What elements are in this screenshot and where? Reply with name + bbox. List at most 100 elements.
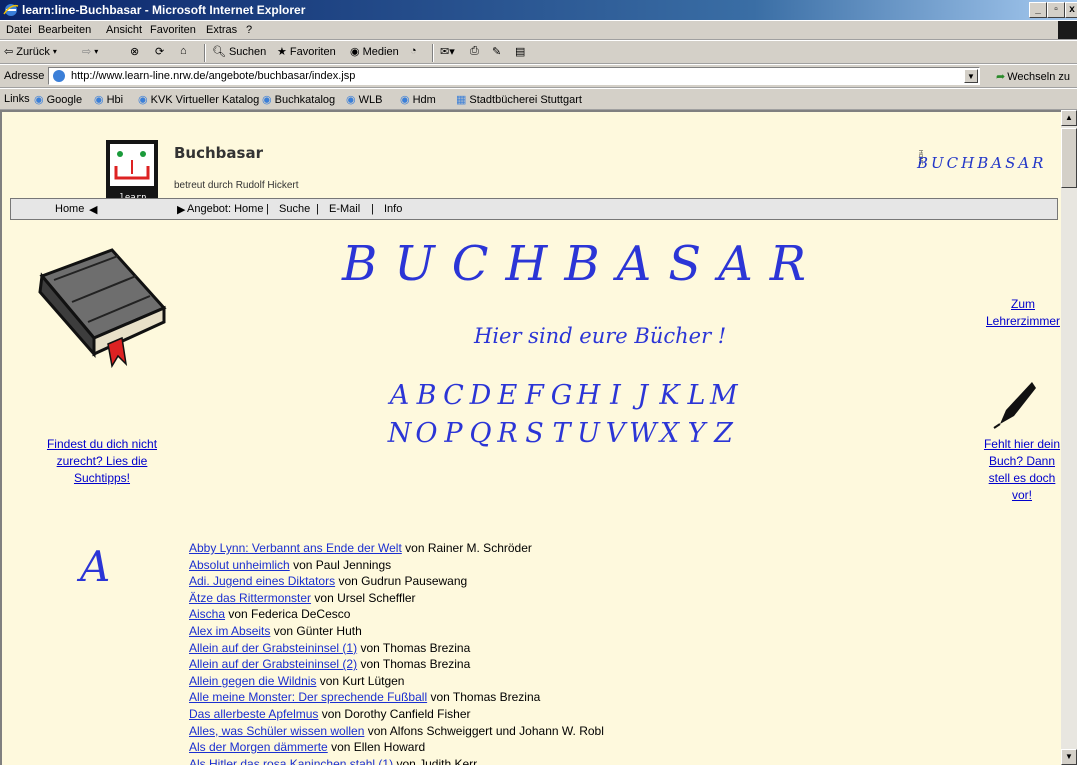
- menu-bearbeiten[interactable]: Bearbeiten: [38, 24, 91, 36]
- scroll-thumb[interactable]: [1061, 128, 1077, 188]
- book-title-link[interactable]: Als Hitler das rosa Kaninchen stahl (1): [189, 757, 393, 765]
- back-button[interactable]: ⇦ Zurück ▾: [4, 45, 57, 59]
- link-wlb[interactable]: ◉ WLB: [346, 93, 382, 107]
- forward-button[interactable]: ⇨ ▾: [82, 45, 98, 58]
- book-title-link[interactable]: Als der Morgen dämmerte: [189, 740, 328, 754]
- letter-n-link[interactable]: N: [386, 418, 413, 449]
- book-title-link[interactable]: Abby Lynn: Verbannt ans Ende der Welt: [189, 541, 402, 555]
- letter-l-link[interactable]: L: [683, 380, 710, 411]
- letter-z-link[interactable]: Z: [710, 418, 737, 449]
- letter-u-link[interactable]: U: [575, 418, 602, 449]
- nav-separator: |: [316, 203, 319, 215]
- buchbasar-side-logo[interactable]: BUCHBASAR: [917, 154, 1046, 172]
- print-button[interactable]: ⎙: [470, 45, 479, 58]
- scroll-up-button[interactable]: ▲: [1061, 110, 1077, 126]
- stop-icon: ⊗: [130, 46, 140, 58]
- window-title-bar: learn:line-Buchbasar - Microsoft Interne…: [0, 0, 1077, 20]
- nav-email[interactable]: E-Mail: [329, 203, 360, 215]
- letter-g-link[interactable]: G: [548, 380, 575, 411]
- dropdown-arrow-icon: ▾: [52, 47, 57, 56]
- home-button[interactable]: ⌂: [180, 45, 187, 57]
- search-button[interactable]: 🔍︎ Suchen: [212, 45, 266, 59]
- edit-icon: ✎: [492, 46, 502, 58]
- minimize-button[interactable]: _: [1029, 2, 1047, 18]
- letter-k-link[interactable]: K: [656, 380, 683, 411]
- refresh-button[interactable]: ⟳: [155, 45, 164, 58]
- suggest-book-link[interactable]: Fehlt hier dein Buch? Dann stell es doch…: [980, 436, 1061, 504]
- mail-button[interactable]: ✉▾: [440, 45, 455, 58]
- link-buchkatalog[interactable]: ◉ Buchkatalog: [262, 93, 335, 107]
- link-google[interactable]: ◉ Google: [34, 93, 82, 107]
- list-item: Ätze das Rittermonster von Ursel Scheffl…: [189, 590, 604, 607]
- media-button[interactable]: ◉ Medien: [350, 45, 399, 59]
- buchbasar-heading: BUCHBASAR: [342, 236, 823, 292]
- letter-o-link[interactable]: O: [413, 418, 440, 449]
- letter-b-link[interactable]: B: [413, 380, 440, 411]
- book-title-link[interactable]: Allein auf der Grabsteininsel (2): [189, 657, 357, 671]
- stop-button[interactable]: ⊗: [130, 45, 139, 58]
- favorites-button[interactable]: ★ Favoriten: [277, 45, 336, 59]
- book-title-link[interactable]: Alex im Abseits: [189, 624, 270, 638]
- book-title-link[interactable]: Adi. Jugend eines Diktators: [189, 574, 335, 588]
- discuss-button[interactable]: ▤: [515, 45, 525, 58]
- ie-page-icon: ◉: [262, 94, 272, 106]
- link-hbi[interactable]: ◉ Hbi: [94, 93, 123, 107]
- letter-a-link[interactable]: A: [386, 380, 413, 411]
- nav-suche[interactable]: Suche: [279, 203, 310, 215]
- search-tips-link[interactable]: Findest du dich nicht zurecht? Lies die …: [32, 436, 172, 487]
- letter-q-link[interactable]: Q: [467, 418, 494, 449]
- letter-v-link[interactable]: V: [602, 418, 629, 449]
- link-stadtbuecherei[interactable]: ▦ Stadtbücherei Stuttgart: [456, 93, 582, 107]
- menu-ansicht[interactable]: Ansicht: [106, 24, 142, 36]
- letter-r-link[interactable]: R: [494, 418, 521, 449]
- go-button[interactable]: ➦ Wechseln zu: [996, 70, 1070, 84]
- scroll-down-button[interactable]: ▼: [1061, 749, 1077, 765]
- book-title-link[interactable]: Allein gegen die Wildnis: [189, 674, 316, 688]
- book-title-link[interactable]: Ätze das Rittermonster: [189, 591, 311, 605]
- site-subtitle: betreut durch Rudolf Hickert: [174, 180, 299, 191]
- letter-h-link[interactable]: H: [575, 380, 602, 411]
- book-author: von Paul Jennings: [293, 557, 392, 572]
- letter-w-link[interactable]: W: [629, 418, 657, 449]
- letter-e-link[interactable]: E: [494, 380, 521, 411]
- edit-button[interactable]: ✎: [492, 45, 501, 58]
- internet-explorer-icon: [3, 4, 19, 16]
- letter-i-link[interactable]: I: [602, 380, 629, 411]
- address-dropdown-button[interactable]: ▼: [964, 69, 978, 83]
- vertical-scrollbar[interactable]: ▲ ▼: [1061, 110, 1077, 765]
- link-kvk[interactable]: ◉ KVK Virtueller Katalog: [138, 93, 259, 107]
- address-input[interactable]: http://www.learn-line.nrw.de/angebote/bu…: [48, 67, 980, 85]
- letter-p-link[interactable]: P: [440, 418, 467, 449]
- letter-c-link[interactable]: C: [440, 380, 467, 411]
- menu-help[interactable]: ?: [246, 24, 252, 36]
- letter-y-link[interactable]: Y: [683, 418, 710, 449]
- book-title-link[interactable]: Alles, was Schüler wissen wollen: [189, 724, 364, 738]
- nav-angebot-home[interactable]: Angebot: Home: [187, 203, 263, 215]
- history-button[interactable]: ◔: [410, 45, 417, 57]
- letter-d-link[interactable]: D: [467, 380, 494, 411]
- menu-favoriten[interactable]: Favoriten: [150, 24, 196, 36]
- maximize-button[interactable]: ▫: [1047, 2, 1065, 18]
- section-letter-a: A: [80, 542, 111, 591]
- media-icon: ◉: [350, 46, 360, 58]
- nav-home[interactable]: Home: [55, 203, 84, 215]
- teacher-room-link[interactable]: Zum Lehrerzimmer: [980, 296, 1061, 330]
- letter-s-link[interactable]: S: [521, 418, 548, 449]
- book-title-link[interactable]: Absolut unheimlich: [189, 558, 290, 572]
- book-title-link[interactable]: Alle meine Monster: Der sprechende Fußba…: [189, 690, 427, 704]
- nav-info[interactable]: Info: [384, 203, 402, 215]
- letter-x-link[interactable]: X: [656, 418, 683, 449]
- menu-datei[interactable]: Datei: [6, 24, 32, 36]
- close-button[interactable]: x: [1065, 2, 1077, 18]
- letter-j-link[interactable]: J: [629, 380, 656, 411]
- ie-page-icon: ◉: [138, 94, 148, 106]
- book-title-link[interactable]: Das allerbeste Apfelmus: [189, 707, 318, 721]
- book-title-link[interactable]: Aischa: [189, 607, 225, 621]
- letter-m-link[interactable]: M: [710, 380, 738, 411]
- links-bar: Links ◉ Google ◉ Hbi ◉ KVK Virtueller Katal…: [0, 88, 1077, 110]
- link-hdm[interactable]: ◉ Hdm: [400, 93, 436, 107]
- letter-f-link[interactable]: F: [521, 380, 548, 411]
- book-title-link[interactable]: Allein auf der Grabsteininsel (1): [189, 641, 357, 655]
- menu-extras[interactable]: Extras: [206, 24, 237, 36]
- letter-t-link[interactable]: T: [548, 418, 575, 449]
